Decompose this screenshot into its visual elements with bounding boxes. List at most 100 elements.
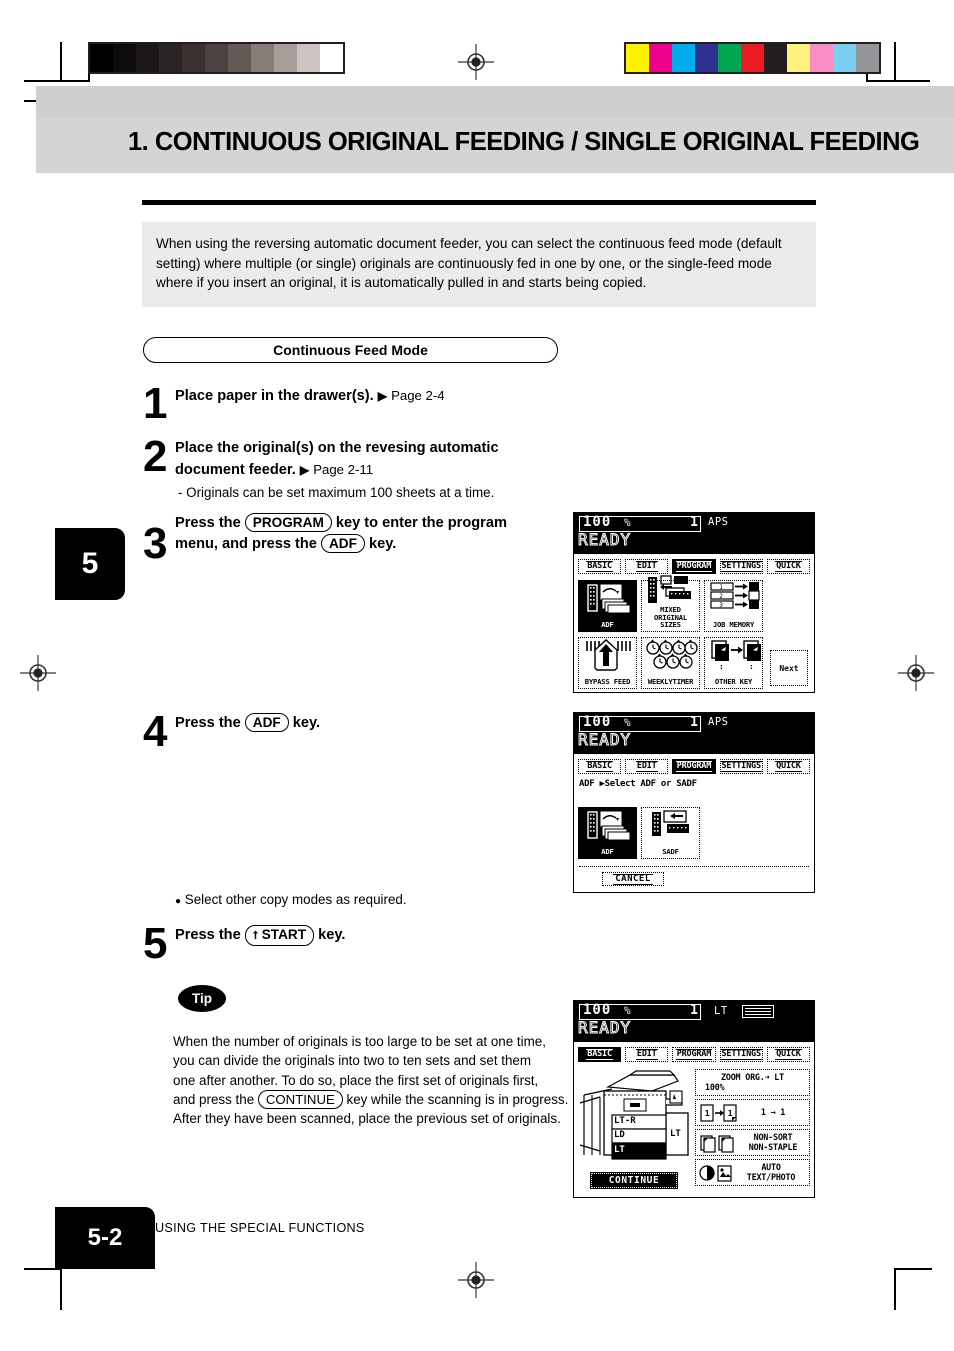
gray-swatch-0 [90,44,113,72]
duplex-option-button[interactable]: 1 1 1 → 1 [695,1099,810,1126]
step-2-page-ref: Page 2-11 [313,462,374,477]
tab-quick[interactable]: QUICK [766,559,811,574]
adf-key[interactable]: ADF [320,534,365,553]
document-page: 1. CONTINUOUS ORIGINAL FEEDING / SINGLE … [0,0,954,1351]
tab-settings-label: SETTINGS [720,1049,762,1060]
tab-program-label: PROGRAM [675,561,713,572]
tab-quick[interactable]: QUICK [766,759,811,774]
tab-basic[interactable]: BASIC [578,559,622,574]
drawer-label-lt-r: LT-R [614,1116,636,1126]
tab-basic[interactable]: BASIC [578,1047,622,1062]
step-2-line1: Place the original(s) on the revesing au… [175,440,499,456]
exposure-line2: TEXT/PHOTO [746,1171,796,1182]
crop-mark-br-h1 [894,1268,932,1270]
step-3-number: 3 [143,519,168,568]
tip-line-5: After they have been scanned, place the … [173,1111,561,1127]
color-swatch-10 [856,44,879,72]
tab-edit[interactable]: EDIT [625,1047,669,1062]
tab-basic[interactable]: BASIC [578,759,622,774]
step-2-note: - Originals can be set maximum 100 sheet… [178,485,495,500]
mixed-original-sizes-icon [642,574,699,606]
program-key[interactable]: PROGRAM [244,513,332,532]
color-swatch-8 [810,44,833,72]
crop-mark-tl-h1 [24,80,90,82]
sadf-icon [642,808,699,848]
finishing-option-button[interactable]: NON-SORT NON-STAPLE [695,1129,810,1156]
color-swatch-5 [741,44,764,72]
tab-program-label: PROGRAM [675,761,713,772]
adf-key[interactable]: ADF [244,713,289,732]
color-swatch-7 [787,44,810,72]
zoom-option-line2: 100% [705,1081,725,1092]
tab-basic-label: BASIC [586,1049,613,1060]
gray-swatch-10 [320,44,343,72]
step-3-part1: Press the [175,515,241,531]
tab-program[interactable]: PROGRAM [672,759,716,774]
cancel-button[interactable]: CANCEL [602,872,664,886]
page-arrow-icon: ▶ [377,389,388,403]
crop-mark-br-v1 [894,1268,896,1310]
tab-program-label: PROGRAM [675,1049,713,1060]
button-other-key[interactable]: :: OTHER KEY [704,636,763,689]
tab-edit[interactable]: EDIT [625,559,669,574]
basic-option-column: ZOOM ORG.➜ LT 100% 1 1 1 → 1 NON-SORT NO… [695,1069,810,1193]
gray-swatch-4 [182,44,205,72]
zoom-option-button[interactable]: ZOOM ORG.➜ LT 100% [695,1069,810,1096]
start-key-label: START [261,927,307,942]
tab-program[interactable]: PROGRAM [672,559,716,574]
tab-settings[interactable]: SETTINGS [719,559,763,574]
lcd-copy-count: 1 [690,515,698,530]
continue-button[interactable]: CONTINUE [590,1172,678,1189]
step-1-instruction: Place paper in the drawer(s). [175,388,374,404]
lcd-body: BASIC EDIT PROGRAM SETTINGS QUICK [574,554,814,692]
button-job-memory[interactable]: 1 2 3 JOB MEMORY [704,580,763,632]
finishing-line2: NON-STAPLE [748,1141,798,1152]
button-bypass-feed[interactable]: BYPASS FEED [578,636,637,689]
drawer-label-ld: LD [614,1130,625,1140]
tip-badge: Tip [178,985,226,1012]
duplex-icon: 1 1 [700,1103,737,1122]
step-3-part2: key to enter the program [335,515,507,531]
step-3-part3: menu, and press the [175,536,317,552]
svg-text:1: 1 [719,584,723,591]
footer-page-tab: 5-2 [55,1207,155,1269]
color-swatch-4 [718,44,741,72]
intro-paragraph: When using the reversing automatic docum… [142,222,816,307]
tip-line-2: you can divide the originals into two to… [173,1053,532,1069]
lcd-zoom-ratio: 100 [583,1002,612,1018]
crop-mark-tr-v2 [894,42,896,82]
start-key[interactable]: ⭡ START [244,925,315,946]
color-swatch-1 [649,44,672,72]
tab-settings[interactable]: SETTINGS [719,1047,763,1062]
adf-sadf-grid: ADF SADF [574,789,814,862]
crop-mark-tl-v2 [60,42,62,82]
tip-line-4a: and press the [173,1091,255,1107]
tab-settings[interactable]: SETTINGS [719,759,763,774]
color-swatch-3 [695,44,718,72]
button-weekly-timer[interactable]: WEEKLYTIMER [641,636,700,689]
button-adf[interactable]: ADF [578,807,637,859]
svg-text:1: 1 [728,1109,733,1118]
registration-mark-left [20,655,56,691]
next-page-key[interactable]: Next [770,650,808,686]
tab-edit[interactable]: EDIT [625,759,669,774]
svg-text:2: 2 [719,593,723,600]
button-mixed-original-sizes[interactable]: MIXED ORIGINAL SIZES [641,575,700,632]
finishing-option-text: NON-SORT NON-STAPLE [740,1132,806,1152]
button-weekly-timer-label: WEEKLYTIMER [647,676,694,686]
tab-program[interactable]: PROGRAM [672,1047,716,1062]
svg-text::: : [749,662,754,671]
lcd-status-header: 100 % 1 APS READY [574,713,814,754]
step-4-bullet-note: ● Select other copy modes as required. [175,890,575,911]
button-sadf[interactable]: SADF [641,807,700,859]
color-swatch-6 [764,44,787,72]
sort-staple-icon [700,1134,734,1153]
lcd-percent-sign: % [624,516,631,529]
button-adf-label: ADF [601,847,614,857]
tab-quick[interactable]: QUICK [766,1047,811,1062]
section-pill: Continuous Feed Mode [143,337,558,363]
continue-key[interactable]: CONTINUE [257,1089,343,1109]
exposure-option-button[interactable]: AUTO TEXT/PHOTO [695,1159,810,1186]
button-adf[interactable]: ADF [578,580,637,632]
tip-text: When the number of originals is too larg… [173,1032,573,1128]
